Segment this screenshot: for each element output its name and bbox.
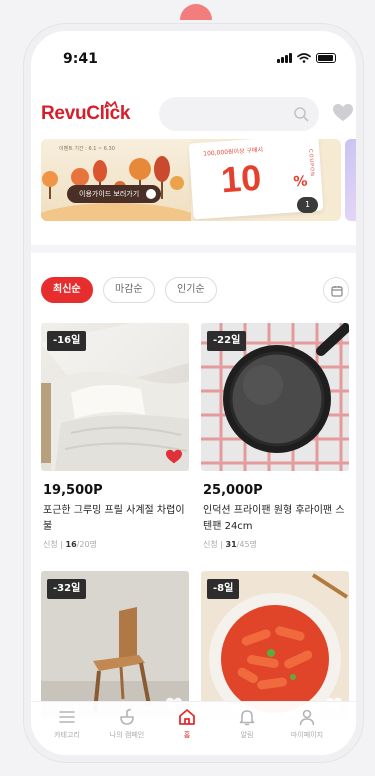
- battery-icon: [316, 53, 336, 63]
- product-card[interactable]: -16일 19,500P 포근한 그루밍 프릴 사계절 차렵이불 신청 | 16…: [41, 323, 189, 559]
- tab-label: 홈: [183, 731, 191, 739]
- section-divider: [31, 245, 356, 253]
- banner-illustration: 이벤트 기간 : 6.1 ~ 6.30 이용가이드 보러가기: [41, 139, 205, 221]
- sort-chip-latest[interactable]: 최신순: [41, 277, 93, 303]
- tab-my-campaign[interactable]: 나의 캠페인: [97, 708, 157, 752]
- product-price: 19,500P: [43, 483, 103, 498]
- status-icons: [277, 53, 336, 63]
- tab-label: 나의 캠페인: [109, 731, 145, 739]
- signal-icon: [277, 53, 292, 63]
- search-icon: [294, 107, 309, 122]
- search-input[interactable]: [159, 97, 319, 131]
- tab-label: 마이페이지: [290, 731, 324, 739]
- dday-badge: -32일: [47, 579, 87, 599]
- applicant-total: /45명: [236, 540, 257, 549]
- product-card[interactable]: -22일 25,000P 인덕션 프라이팬 원형 후라이팬 스텐팬 24cm 신…: [201, 323, 349, 559]
- next-banner-peek[interactable]: [345, 139, 356, 221]
- sort-chip-popular[interactable]: 인기순: [165, 277, 217, 303]
- dday-badge: -16일: [47, 331, 87, 351]
- applicant-label: 신청 |: [203, 540, 223, 549]
- applicant-label: 신청 |: [43, 540, 63, 549]
- wishlist-heart-icon[interactable]: [332, 103, 354, 123]
- calendar-button[interactable]: [323, 277, 349, 303]
- product-title[interactable]: 포근한 그루밍 프릴 사계절 차렵이불: [43, 503, 187, 535]
- guide-button-label: 이용가이드 보러가기: [79, 190, 140, 198]
- wifi-icon: [297, 53, 311, 63]
- status-bar: 9:41: [31, 31, 356, 75]
- tab-category[interactable]: 카테고리: [37, 708, 97, 752]
- product-image-chair[interactable]: -32일: [41, 571, 189, 719]
- product-title[interactable]: 인덕션 프라이팬 원형 후라이팬 스텐팬 24cm: [203, 503, 347, 535]
- tab-label: 카테고리: [54, 731, 80, 739]
- home-icon: [179, 709, 195, 725]
- applicant-current: 31: [225, 540, 237, 549]
- product-image-tteokbokki[interactable]: -8일: [201, 571, 349, 719]
- app-header: RevuClick: [31, 95, 356, 135]
- applicant-total: /20명: [76, 540, 97, 549]
- sort-bar: 최신순 마감순 인기순: [41, 277, 351, 305]
- arrow-right-icon: [146, 189, 157, 199]
- coupon-condition: 100,000원이상 구매시: [203, 146, 264, 158]
- app-logo[interactable]: RevuClick: [41, 101, 130, 125]
- person-icon: [299, 709, 315, 726]
- guide-button[interactable]: 이용가이드 보러가기: [67, 185, 162, 203]
- applicant-current: 16: [65, 540, 77, 549]
- dday-badge: -8일: [207, 579, 240, 599]
- logo-crown-icon: [104, 101, 118, 109]
- coupon-value: 10: [219, 156, 263, 201]
- campaign-icon: [120, 708, 134, 725]
- bell-icon: [239, 710, 255, 726]
- product-price: 25,000P: [203, 483, 263, 498]
- tab-notifications[interactable]: 알림: [217, 708, 277, 752]
- sort-chip-deadline[interactable]: 마감순: [103, 277, 155, 303]
- banner-pager: 1: [297, 197, 319, 213]
- applicant-count: 신청 | 16/20명: [43, 539, 97, 550]
- heart-filled-icon[interactable]: [165, 449, 183, 465]
- tab-home[interactable]: 홈: [157, 708, 217, 752]
- tab-mypage[interactable]: 마이페이지: [277, 708, 337, 752]
- event-banner[interactable]: 이벤트 기간 : 6.1 ~ 6.30 이용가이드 보러가기 100,000원이…: [41, 139, 341, 221]
- bottom-tab-bar: 카테고리 나의 캠페인 홈 알림 마이페이지: [31, 701, 356, 755]
- coupon-code: COUPON: [307, 148, 316, 178]
- product-card[interactable]: -8일: [201, 571, 349, 719]
- coupon-unit: %: [292, 173, 309, 191]
- status-time: 9:41: [63, 51, 98, 67]
- applicant-count: 신청 | 31/45명: [203, 539, 257, 550]
- phone-frame: 9:41 RevuClick 이벤트 기간: 6.1 ~ 6.30 이용가이드…: [24, 24, 363, 762]
- product-image-blanket[interactable]: -16일: [41, 323, 189, 471]
- calendar-icon: [331, 286, 343, 297]
- product-image-fryingpan[interactable]: -22일: [201, 323, 349, 471]
- dday-badge: -22일: [207, 331, 247, 351]
- product-card[interactable]: -32일: [41, 571, 189, 719]
- tab-label: 알림: [240, 731, 254, 739]
- menu-icon: [59, 711, 75, 723]
- event-period: 이벤트 기간 : 6.1 ~ 6.30: [59, 146, 115, 152]
